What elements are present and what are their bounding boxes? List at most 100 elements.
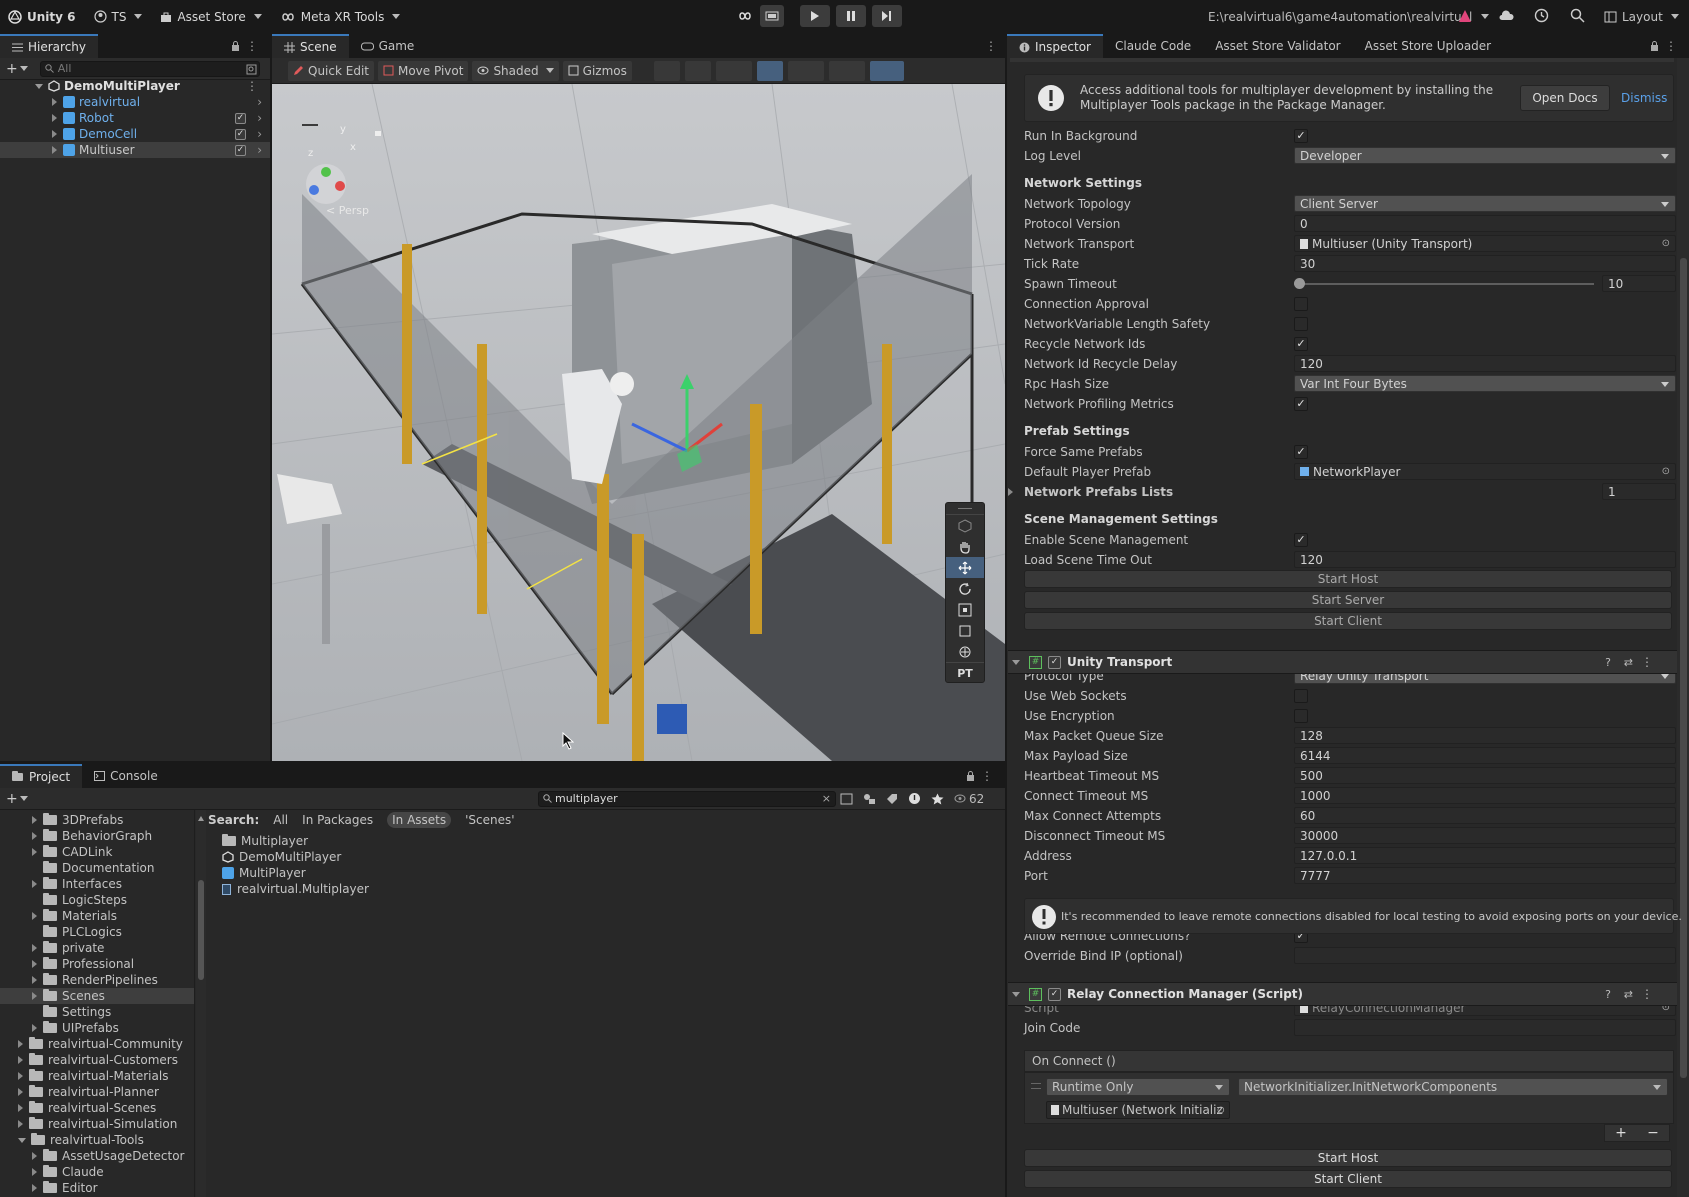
type-filter-icon[interactable] — [863, 793, 876, 805]
gizmos-button[interactable]: Gizmos — [562, 60, 632, 81]
project-folder-item[interactable]: realvirtual-Tools — [0, 1132, 194, 1148]
project-folder-item[interactable]: Claude — [0, 1164, 194, 1180]
project-folder-item[interactable]: PLCLogics — [0, 924, 194, 940]
clear-search-icon[interactable]: × — [822, 792, 831, 805]
protocol-version-field[interactable]: 0 — [1294, 215, 1676, 232]
load-scene-timeout-field[interactable]: 120 — [1294, 551, 1676, 568]
palette-handle-icon[interactable] — [946, 503, 984, 515]
open-docs-button[interactable]: Open Docs — [1520, 85, 1610, 111]
unity-menu[interactable]: Unity 6 — [8, 10, 76, 24]
project-folder-item[interactable]: UIPrefabs — [0, 1020, 194, 1036]
expand-arrow-icon[interactable] — [32, 944, 37, 952]
inspector-scrollbar[interactable] — [1677, 58, 1689, 1197]
project-folder-item[interactable]: realvirtual-Materials — [0, 1068, 194, 1084]
hierarchy-item-realvirtual[interactable]: realvirtual › — [0, 94, 270, 110]
recycle-network-ids-checkbox[interactable]: ✓ — [1294, 336, 1308, 351]
expand-arrow-icon[interactable] — [18, 1056, 23, 1064]
hierarchy-item-multiuser[interactable]: Multiuser ✓ › — [0, 142, 270, 158]
expand-arrow-icon[interactable] — [32, 976, 37, 984]
move-tool-icon[interactable] — [946, 557, 984, 578]
project-folder-item[interactable]: LogicSteps — [0, 892, 194, 908]
enable-scene-management-checkbox[interactable]: ✓ — [1294, 532, 1308, 547]
project-folder-item[interactable]: BehaviorGraph — [0, 828, 194, 844]
expand-arrow-icon[interactable] — [32, 1024, 37, 1032]
tab-project[interactable]: Project — [0, 764, 83, 788]
tab-claude-code[interactable]: Claude Code — [1103, 34, 1203, 58]
chevron-right-icon[interactable]: › — [257, 111, 262, 125]
project-folder-item[interactable]: realvirtual-Community — [0, 1036, 194, 1052]
orientation-icon[interactable] — [869, 60, 904, 81]
force-same-prefabs-checkbox[interactable]: ✓ — [1294, 444, 1308, 459]
expand-arrow-icon[interactable] — [32, 912, 37, 920]
heartbeat-timeout-field[interactable]: 500 — [1294, 767, 1676, 784]
step-button[interactable] — [872, 5, 902, 27]
log-type-icon[interactable] — [908, 792, 921, 805]
rpc-hash-size-dropdown[interactable]: Var Int Four Bytes — [1294, 375, 1676, 392]
expand-arrow-icon[interactable] — [32, 1168, 37, 1176]
add-icon[interactable]: + — [6, 791, 18, 807]
network-transport-field[interactable]: Multiuser (Unity Transport) ⊙ — [1294, 235, 1676, 252]
event-target-field[interactable]: Multiuser (Network Initializ ⊙ — [1046, 1101, 1230, 1119]
tree-scrollbar[interactable] — [196, 810, 206, 1197]
presets-icon[interactable]: ⇄ — [1624, 656, 1633, 669]
join-code-field[interactable] — [1294, 1019, 1676, 1036]
relay-manager-header[interactable]: # ✓ Relay Connection Manager (Script) ? … — [1008, 982, 1677, 1006]
more-options-icon[interactable]: ⋮ — [981, 769, 993, 783]
meta-sim-icon[interactable] — [736, 11, 754, 21]
help-icon[interactable]: ? — [1605, 988, 1611, 1001]
hand-tool-icon[interactable] — [946, 536, 984, 557]
project-folder-item[interactable]: Scenes — [0, 988, 194, 1004]
project-folder-item[interactable]: private — [0, 940, 194, 956]
project-folder-item[interactable]: Interfaces — [0, 876, 194, 892]
expand-arrow-icon[interactable] — [18, 1120, 23, 1128]
project-folder-item[interactable]: realvirtual-Customers — [0, 1052, 194, 1068]
disconnect-timeout-field[interactable]: 30000 — [1294, 827, 1676, 844]
chevron-down-icon[interactable] — [19, 66, 28, 71]
chevron-right-icon[interactable]: › — [257, 143, 262, 157]
scene-viewport[interactable]: y x z < Persp PT — [272, 84, 1005, 761]
tab-game[interactable]: Game — [349, 34, 427, 58]
chevron-right-icon[interactable]: › — [257, 127, 262, 141]
max-connect-attempts-field[interactable]: 60 — [1294, 807, 1676, 824]
overlay-handle-icon[interactable] — [302, 124, 318, 126]
use-encryption-checkbox[interactable] — [1294, 708, 1308, 723]
expand-arrow-icon[interactable] — [18, 1040, 23, 1048]
project-folder-item[interactable]: Materials — [0, 908, 194, 924]
more-options-icon[interactable]: ⋮ — [985, 39, 997, 53]
expand-arrow-icon[interactable] — [52, 146, 57, 154]
address-field[interactable]: 127.0.0.1 — [1294, 847, 1676, 864]
profiling-metrics-checkbox[interactable]: ✓ — [1294, 396, 1308, 411]
persp-label[interactable]: < Persp — [326, 204, 369, 217]
expand-arrow-icon[interactable] — [32, 960, 37, 968]
scope-in-assets[interactable]: In Assets — [387, 812, 452, 828]
scope-scenes[interactable]: 'Scenes' — [465, 813, 514, 827]
more-options-icon[interactable]: ⋮ — [1665, 39, 1677, 53]
play-button[interactable] — [800, 5, 830, 27]
max-payload-field[interactable]: 6144 — [1294, 747, 1676, 764]
slider-thumb[interactable] — [1294, 278, 1305, 289]
network-prefabs-lists-label[interactable]: Network Prefabs Lists — [1024, 485, 1294, 499]
expand-arrow-icon[interactable] — [32, 1152, 37, 1160]
project-folder-item[interactable]: Settings — [0, 1004, 194, 1020]
log-level-dropdown[interactable]: Developer — [1294, 147, 1676, 164]
tab-hierarchy[interactable]: Hierarchy — [0, 34, 99, 58]
search-result-item[interactable]: Multiplayer — [222, 833, 369, 849]
visible-count[interactable]: 62 — [954, 792, 984, 806]
expand-arrow-icon[interactable] — [52, 130, 57, 138]
project-folder-item[interactable]: realvirtual-Planner — [0, 1084, 194, 1100]
expand-arrow-icon[interactable] — [35, 83, 43, 89]
visibility-checkbox[interactable]: ✓ — [235, 112, 246, 124]
project-path[interactable]: E:\realvirtual6\game4automation\realvirt… — [1208, 0, 1490, 33]
tools-dropdown-icon[interactable] — [715, 60, 752, 81]
more-options-icon[interactable]: ⋮ — [1641, 655, 1653, 669]
component-enabled-checkbox[interactable]: ✓ — [1048, 655, 1061, 669]
project-folder-item[interactable]: AssetUsageDetector — [0, 1148, 194, 1164]
rotate-tool-icon[interactable] — [946, 578, 984, 599]
expand-arrow-icon[interactable] — [32, 848, 37, 856]
cloud-icon[interactable] — [1498, 9, 1514, 21]
connect-timeout-field[interactable]: 1000 — [1294, 787, 1676, 804]
help-icon[interactable]: ? — [1605, 656, 1611, 669]
scope-in-packages[interactable]: In Packages — [302, 813, 373, 827]
camera-icon[interactable] — [828, 60, 865, 81]
project-folder-item[interactable]: RenderPipelines — [0, 972, 194, 988]
